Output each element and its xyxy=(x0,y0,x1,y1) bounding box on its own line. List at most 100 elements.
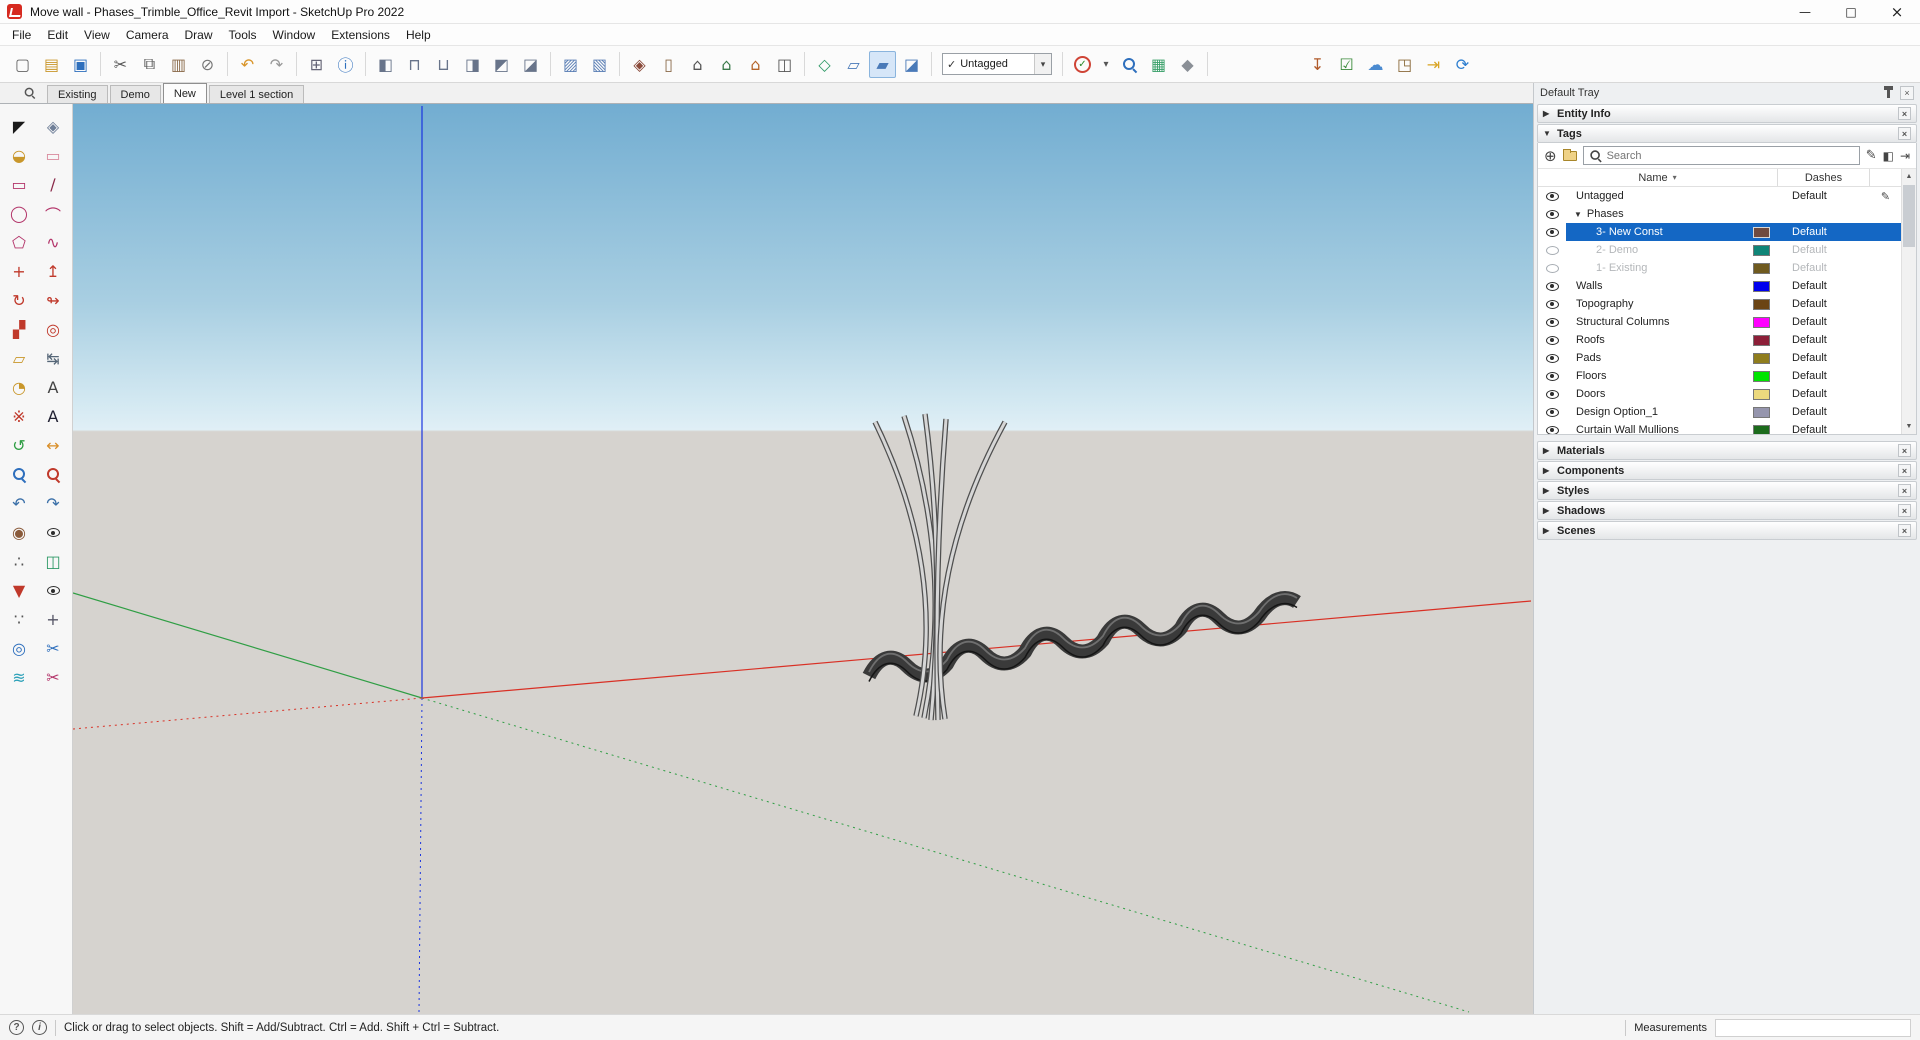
scene-search-icon[interactable] xyxy=(24,87,35,98)
display-section-planes-button[interactable]: ▱ xyxy=(840,51,867,78)
tag-color-swatch[interactable] xyxy=(1753,226,1770,238)
add-tag-folder-button[interactable] xyxy=(1562,148,1577,161)
dropdown-arrow-icon[interactable]: ▾ xyxy=(1034,54,1051,74)
eraser-tool[interactable]: ▭ xyxy=(38,141,68,170)
column-header-dashes[interactable]: Dashes xyxy=(1778,169,1870,186)
split-button[interactable]: ◪ xyxy=(517,51,544,78)
edit-dashes-button[interactable]: ✎ xyxy=(1866,148,1877,163)
x-ray-button[interactable]: ▨ xyxy=(557,51,584,78)
tag-row[interactable]: Floors Default xyxy=(1538,367,1901,385)
save-button[interactable]: ▣ xyxy=(67,51,94,78)
share-3d-warehouse-button[interactable]: ◳ xyxy=(1391,51,1418,78)
zoom-extents-tool[interactable] xyxy=(38,460,68,489)
close-panel-button[interactable]: × xyxy=(1898,504,1911,517)
visibility-eye-icon[interactable] xyxy=(1545,191,1559,201)
check-model-button[interactable]: ☑ xyxy=(1333,51,1360,78)
tag-color-swatch[interactable] xyxy=(1753,352,1770,364)
walk-tool[interactable]: ∴ xyxy=(4,547,34,576)
erase-button[interactable]: ⊘ xyxy=(194,51,221,78)
menu-help[interactable]: Help xyxy=(398,24,439,45)
tag-color-swatch[interactable] xyxy=(1753,406,1770,418)
column-header-name[interactable]: Name ▾ xyxy=(1538,169,1778,186)
tag-folder-row[interactable]: ▼ Phases xyxy=(1538,205,1901,223)
paint-bucket-tool[interactable]: ◒ xyxy=(4,141,34,170)
visibility-eye-icon[interactable] xyxy=(1545,317,1559,327)
tag-row[interactable]: Curtain Wall Mullions Default xyxy=(1538,421,1901,434)
tag-row[interactable]: Walls Default xyxy=(1538,277,1901,295)
make-component-tool[interactable]: ◈ xyxy=(38,112,68,141)
tag-color-swatch[interactable] xyxy=(1753,334,1770,346)
tab-level-1-section[interactable]: Level 1 section xyxy=(208,85,305,103)
previous-view-tool[interactable]: ↶ xyxy=(4,489,34,518)
text-tool[interactable]: A xyxy=(38,373,68,402)
follow-me-tool[interactable]: ↬ xyxy=(38,286,68,315)
select-tool[interactable]: ◤ xyxy=(4,112,34,141)
tag-color-swatch[interactable] xyxy=(1753,298,1770,310)
menu-view[interactable]: View xyxy=(76,24,118,45)
home-button[interactable]: ⌂ xyxy=(684,51,711,78)
menu-draw[interactable]: Draw xyxy=(177,24,221,45)
solar-north-tool[interactable]: ◎ xyxy=(4,634,34,663)
pin-icon[interactable] xyxy=(1884,85,1893,98)
tag-row[interactable]: Structural Columns Default xyxy=(1538,313,1901,331)
push-pull-tool[interactable]: ↥ xyxy=(38,257,68,286)
line-tool[interactable]: ∕ xyxy=(38,170,68,199)
details-button[interactable]: ⇥ xyxy=(1900,149,1910,163)
rotate-tool[interactable]: ↻ xyxy=(4,286,34,315)
tag-row[interactable]: Topography Default xyxy=(1538,295,1901,313)
trim-tool-tool[interactable]: ✂ xyxy=(38,663,68,692)
display-section-fill-button[interactable]: ◪ xyxy=(898,51,925,78)
refresh-model-button[interactable]: ⟳ xyxy=(1449,51,1476,78)
tab-new[interactable]: New xyxy=(162,83,207,103)
panel-components[interactable]: ▶ Components × xyxy=(1537,461,1917,480)
generate-report-button[interactable]: ▦ xyxy=(1145,51,1172,78)
close-panel-button[interactable]: × xyxy=(1898,484,1911,497)
folder-expand-icon[interactable]: ▼ xyxy=(1574,210,1582,219)
next-view-tool[interactable]: ↷ xyxy=(38,489,68,518)
purge-tags-button[interactable]: ◧ xyxy=(1883,149,1894,163)
position-camera-tool[interactable]: ◉ xyxy=(4,518,34,547)
walk-feet-tool[interactable]: ∵ xyxy=(4,605,34,634)
tag-color-swatch[interactable] xyxy=(1753,316,1770,328)
tag-color-swatch[interactable] xyxy=(1753,370,1770,382)
section-plane-button[interactable]: ◇ xyxy=(811,51,838,78)
door-button[interactable]: ▯ xyxy=(655,51,682,78)
visibility-off-icon[interactable] xyxy=(1545,245,1559,255)
tape-measure-tool[interactable]: ▱ xyxy=(4,344,34,373)
visibility-eye-icon[interactable] xyxy=(1545,335,1559,345)
tag-row[interactable]: 2- Demo Default xyxy=(1538,241,1901,259)
menu-camera[interactable]: Camera xyxy=(118,24,177,45)
tag-color-swatch[interactable] xyxy=(1753,424,1770,434)
pan-tool[interactable]: ↔ xyxy=(38,431,68,460)
open-button[interactable]: ▤ xyxy=(38,51,65,78)
import-button[interactable]: ↧ xyxy=(1304,51,1331,78)
drop-pin-tool[interactable]: ▼ xyxy=(4,576,34,605)
add-tag-button[interactable]: ⊕ xyxy=(1544,147,1557,165)
axes-tool[interactable]: ※ xyxy=(4,402,34,431)
scrollbar-thumb[interactable] xyxy=(1903,185,1915,247)
paste-button[interactable]: ▥ xyxy=(165,51,192,78)
help-icon[interactable]: ? xyxy=(9,1020,24,1035)
copy-button[interactable]: ⧉ xyxy=(136,51,163,78)
model-info-button[interactable]: ⓘ xyxy=(332,51,359,78)
tag-color-swatch[interactable] xyxy=(1753,244,1770,256)
print-button[interactable]: ⊞ xyxy=(303,51,330,78)
dimension-tool[interactable]: ↹ xyxy=(38,344,68,373)
close-panel-button[interactable]: × xyxy=(1898,444,1911,457)
3d-warehouse-button[interactable]: ◫ xyxy=(771,51,798,78)
tab-existing[interactable]: Existing xyxy=(47,85,108,103)
extension-warehouse-button[interactable]: ⌂ xyxy=(742,51,769,78)
scale-tool[interactable]: ▞ xyxy=(4,315,34,344)
edit-pencil-icon[interactable]: ✎ xyxy=(1881,190,1890,203)
tag-row[interactable]: 3- New Const Default xyxy=(1538,223,1901,241)
move-tool[interactable]: + xyxy=(4,257,34,286)
menu-tools[interactable]: Tools xyxy=(221,24,265,45)
redo-button[interactable]: ↷ xyxy=(263,51,290,78)
publish-trimble-connect-button[interactable]: ☁ xyxy=(1362,51,1389,78)
polygon-tool[interactable]: ⬠ xyxy=(4,228,34,257)
panel-scenes[interactable]: ▶ Scenes × xyxy=(1537,521,1917,540)
display-section-cuts-button[interactable]: ▰ xyxy=(869,50,896,78)
tag-row[interactable]: Design Option_1 Default xyxy=(1538,403,1901,421)
union-button[interactable]: ⊔ xyxy=(430,51,457,78)
menu-window[interactable]: Window xyxy=(265,24,324,45)
